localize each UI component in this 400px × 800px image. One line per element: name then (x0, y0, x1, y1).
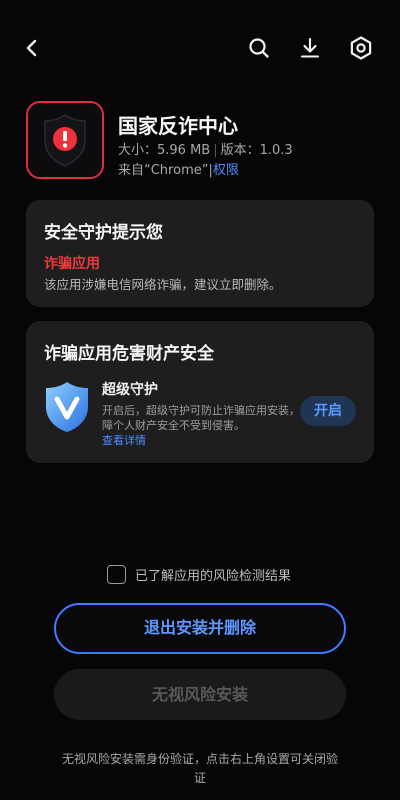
risk-description: 该应用涉嫌电信网络诈骗，建议立即删除。 (44, 277, 282, 292)
top-bar (0, 30, 400, 66)
view-details-link[interactable]: 查看详情 (102, 432, 146, 448)
acknowledge-checkbox[interactable] (107, 564, 126, 584)
guard-shield-icon (42, 379, 92, 435)
app-icon (26, 101, 104, 179)
guard-card-title: 诈骗应用危害财产安全 (44, 344, 214, 364)
meta-separator: | (213, 143, 218, 158)
guard-description: 开启后，超级守护可防止诈骗应用安装，保障个人财产安全不受到侵害。 (102, 404, 311, 432)
settings-icon[interactable] (343, 30, 379, 66)
search-icon[interactable] (241, 30, 277, 66)
app-source: 来自“Chrome” (118, 163, 209, 178)
ignore-risk-install-button[interactable]: 无视风险安装 (54, 669, 346, 720)
guard-name: 超级守护 (102, 382, 158, 398)
app-size: 大小：5.96 MB (118, 143, 211, 158)
app-source-row: 来自“Chrome”|权限 (118, 159, 239, 178)
exit-and-delete-button[interactable]: 退出安装并删除 (54, 603, 346, 654)
download-icon[interactable] (292, 30, 328, 66)
verification-footnote: 无视风险安装需身份验证，点击右上角设置可关闭验证 (61, 752, 338, 785)
app-name: 国家反诈中心 (118, 114, 238, 138)
warning-shield-icon (28, 103, 102, 177)
app-meta: 大小：5.96 MB | 版本：1.0.3 (118, 139, 293, 158)
app-version: 版本：1.0.3 (220, 143, 293, 158)
security-card-title: 安全守护提示您 (44, 223, 163, 243)
acknowledge-label[interactable]: 已了解应用的风险检测结果 (135, 565, 291, 584)
permissions-link[interactable]: 权限 (213, 163, 239, 178)
acknowledge-row[interactable]: 已了解应用的风险检测结果 (107, 563, 291, 585)
enable-guard-button[interactable]: 开启 (300, 396, 356, 426)
risk-label: 诈骗应用 (44, 256, 100, 272)
security-warning-card: 安全守护提示您 诈骗应用 该应用涉嫌电信网络诈骗，建议立即删除。 (26, 200, 374, 307)
back-arrow-icon[interactable] (14, 30, 50, 66)
super-guard-card: 诈骗应用危害财产安全 超级守护 开启后，超级守护可防止诈骗应用安装，保障个人财产… (26, 321, 374, 463)
